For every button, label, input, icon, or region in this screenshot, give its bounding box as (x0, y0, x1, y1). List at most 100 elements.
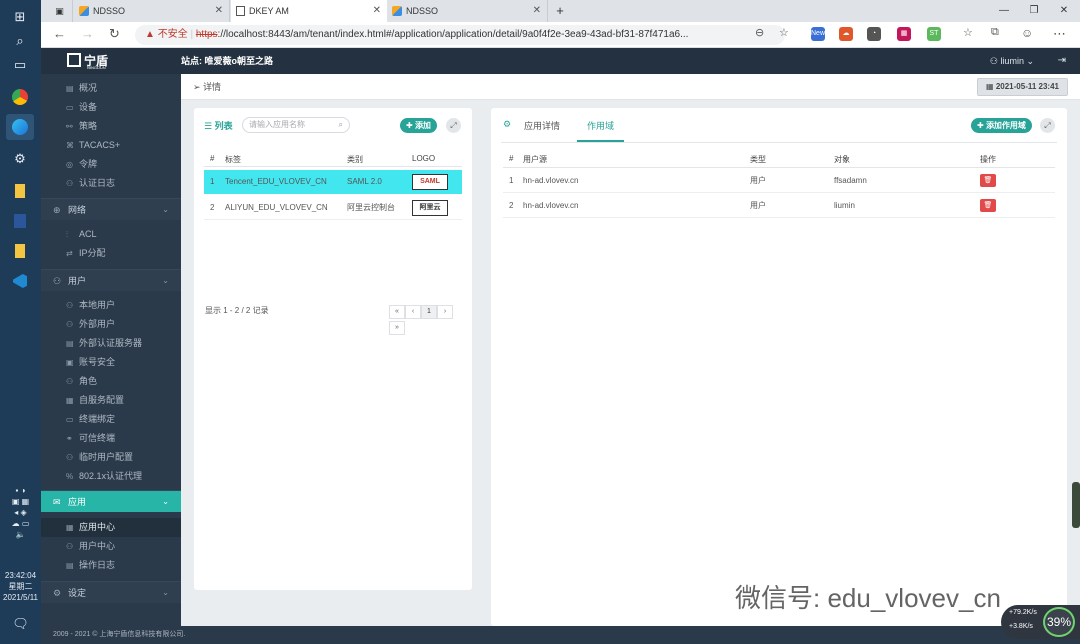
prev-page-button[interactable]: ‹ (405, 305, 421, 319)
minimize-icon[interactable]: — (989, 0, 1019, 22)
sidebar-group-app[interactable]: ✉ 应用 ⌄ (41, 490, 181, 512)
sidebar-item-local-users[interactable]: ⚇ 本地用户 (41, 296, 181, 315)
pager-info: 显示 1 - 2 / 2 记录 (205, 306, 269, 315)
favorites-icon[interactable]: ☆ (963, 26, 973, 39)
sidebar-item-external-users[interactable]: ⚇ 外部用户 (41, 315, 181, 334)
sidebar-group-user[interactable]: ⚇ 用户 ⌄ (41, 269, 181, 291)
user-menu[interactable]: ⚇ liumin ⌄ (990, 48, 1034, 74)
policy-icon: ⚯ (66, 122, 73, 131)
search-icon[interactable]: ⌕ (6, 28, 34, 54)
extension-gauge-icon[interactable]: ◔ (867, 27, 881, 41)
sidebar-item-token[interactable]: ◎ 令牌 (41, 155, 181, 174)
network-speed-widget: +79.2K/s +3.8K/s 39% (1001, 605, 1080, 639)
table-row[interactable]: 2 ALIYUN_EDU_VLOVEV_CN 阿里云控制台 阿里云 (204, 196, 462, 220)
close-tab-icon[interactable]: ✕ (533, 0, 541, 22)
folder-icon[interactable] (6, 178, 34, 204)
tab-ndsso-2[interactable]: NDSSO ✕ (388, 0, 548, 22)
tab-dkey-am[interactable]: DKEY AM ✕ (231, 0, 387, 22)
sidebar-item-operation-log[interactable]: ▤ 操作日志 (41, 556, 181, 575)
edge-icon[interactable] (6, 114, 34, 140)
page-1-button[interactable]: 1 (421, 305, 437, 319)
sidebar-item-tacacs[interactable]: ⌘ TACACS+ (41, 136, 181, 155)
sidebar-item-app-center[interactable]: ▦ 应用中心 (41, 518, 181, 537)
sidebar-item-user-center[interactable]: ⚇ 用户中心 (41, 537, 181, 556)
sidebar-item-self-service[interactable]: ▦ 自服务配置 (41, 391, 181, 410)
back-icon[interactable]: ← (53, 26, 66, 41)
sidebar-item-account-security[interactable]: ▣ 账号安全 (41, 353, 181, 372)
tab-app-details[interactable]: 应用详情 (524, 119, 560, 132)
add-label: 添加 (414, 121, 431, 130)
refresh-icon[interactable]: ↻ (109, 26, 120, 42)
sidebar-item-devices[interactable]: ▭ 设备 (41, 98, 181, 117)
profile-avatar-icon[interactable]: ☺ (1021, 26, 1033, 40)
maximize-icon[interactable]: ❐ (1019, 0, 1049, 22)
expand-icon[interactable]: ⤢ (446, 118, 461, 133)
scrollbar-handle[interactable] (1072, 482, 1080, 528)
delete-trash-icon[interactable]: 🗑 (980, 174, 996, 187)
extension-st-icon[interactable]: ST (927, 27, 941, 41)
first-page-button[interactable]: « (389, 305, 405, 319)
delete-trash-icon[interactable]: 🗑 (980, 199, 996, 212)
extension-new-icon[interactable]: New (811, 27, 825, 41)
sidebar-item-trusted-terminal[interactable]: ⚭ 可信终端 (41, 429, 181, 448)
sidebar-item-terminal-binding[interactable]: ▭ 终端绑定 (41, 410, 181, 429)
add-app-button[interactable]: ✚ 添加 (400, 118, 437, 133)
sidebar-group-settings[interactable]: ⚙ 设定 ⌄ (41, 581, 181, 603)
extension-cloud-icon[interactable]: ☁ (839, 27, 853, 41)
word-icon[interactable] (6, 208, 34, 234)
url-field[interactable]: ▲ 不安全 | https://localhost:8443/am/tenant… (135, 25, 785, 45)
datetime-button[interactable]: ▦ 2021-05-11 23:41 (977, 78, 1068, 96)
close-tab-icon[interactable]: ✕ (215, 0, 223, 22)
tab-ndsso-1[interactable]: NDSSO ✕ (75, 0, 230, 22)
next-page-button[interactable]: › (437, 305, 453, 319)
sidebar-group-label: 应用 (68, 497, 87, 507)
sidebar-item-ext-auth-server[interactable]: ▤ 外部认证服务器 (41, 334, 181, 353)
sidebar-item-roles[interactable]: ⚇ 角色 (41, 372, 181, 391)
task-view-icon[interactable]: ▭ (6, 52, 34, 78)
col-header-num: # (509, 154, 514, 163)
percent-icon: % (66, 472, 74, 481)
sidebar-item-ip-alloc[interactable]: ⇄ IP分配 (41, 244, 181, 263)
row-object: ffsadamn (834, 176, 867, 185)
favorite-star-icon[interactable]: ☆ (779, 26, 789, 39)
expand-icon[interactable]: ⤢ (1040, 118, 1055, 133)
sidebar-item-policy[interactable]: ⚯ 策略 (41, 117, 181, 136)
sidebar-item-temp-user[interactable]: ⚇ 临时用户配置 (41, 448, 181, 467)
chrome-icon[interactable] (6, 84, 34, 110)
grid-icon: ▦ (66, 523, 74, 532)
collections-icon[interactable]: ⧉ (991, 26, 999, 39)
globe-icon: ⊕ (53, 205, 61, 215)
sidebar-item-label: 设备 (79, 102, 98, 112)
logout-icon[interactable]: ⇥ (1058, 48, 1066, 74)
tab-scope[interactable]: 作用域 (587, 119, 614, 132)
tab-actions-icon[interactable]: ▣ (47, 0, 73, 22)
new-tab-button[interactable]: + (549, 0, 571, 22)
sidebar-item-8021x[interactable]: % 802.1x认证代理 (41, 467, 181, 486)
file-icon[interactable] (6, 238, 34, 264)
forward-icon[interactable]: → (81, 26, 94, 41)
plus-icon: ✚ (406, 121, 415, 130)
sidebar-item-overview[interactable]: ▤ 概况 (41, 79, 181, 98)
last-page-button[interactable]: » (389, 321, 405, 335)
sidebar-item-auth-log[interactable]: ⚇ 认证日志 (41, 174, 181, 193)
zoom-icon[interactable]: ⊖ (755, 26, 764, 39)
table-row[interactable]: 1 Tencent_EDU_VLOVEV_CN SAML 2.0 SAML (204, 170, 462, 194)
sidebar-item-acl[interactable]: ⫶ ACL (41, 225, 181, 244)
settings-icon[interactable]: ⚙ (6, 146, 34, 172)
clock[interactable]: 23:42:04 星期二 2021/5/11 (0, 570, 41, 603)
close-tab-icon[interactable]: ✕ (373, 0, 381, 22)
vscode-icon[interactable] (6, 268, 34, 294)
site-title: 站点: 唯爱薇o朝至之路 (181, 56, 273, 66)
windows-start-icon[interactable]: ⊞ (6, 4, 34, 30)
more-menu-icon[interactable]: ⋯ (1053, 26, 1066, 42)
user-icon: ⚇ (53, 276, 62, 286)
app-search-input[interactable]: 请输入应用名称 ⌕ (242, 117, 350, 133)
sidebar-group-label: 用户 (68, 276, 87, 286)
row-type: SAML 2.0 (347, 177, 382, 186)
extension-red-icon[interactable]: ▦ (897, 27, 911, 41)
close-window-icon[interactable]: ✕ (1049, 0, 1079, 22)
sidebar-group-network[interactable]: ⊕ 网络 ⌄ (41, 198, 181, 220)
notification-icon[interactable]: 🗨 (0, 617, 41, 630)
add-scope-button[interactable]: ✚ 添加作用域 (971, 118, 1032, 133)
col-header-num: # (210, 154, 215, 163)
